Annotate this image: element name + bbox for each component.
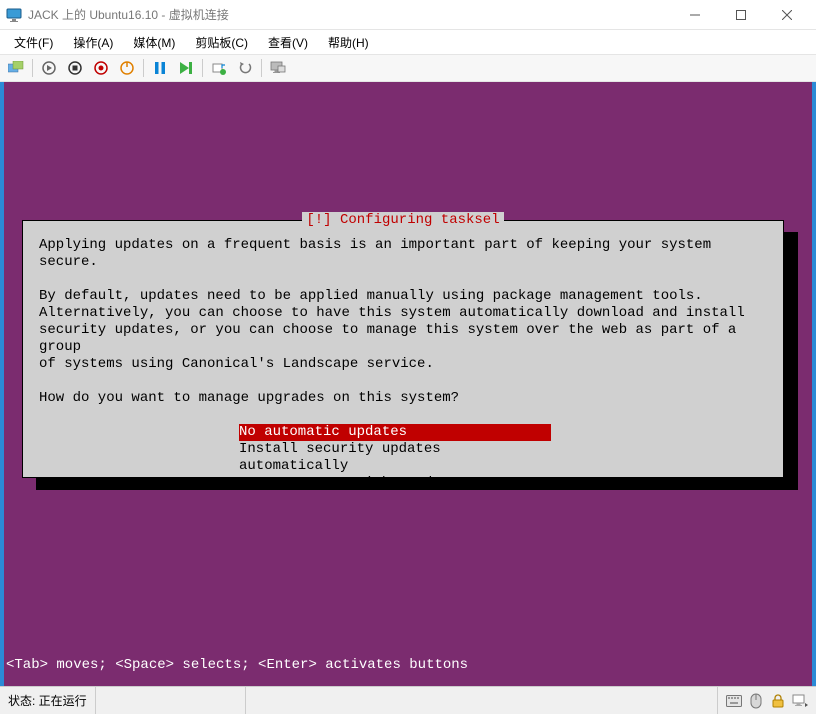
lock-icon bbox=[770, 693, 786, 709]
menu-clipboard[interactable]: 剪贴板(C) bbox=[185, 31, 258, 54]
status-empty-cell bbox=[96, 687, 246, 714]
toolbar-separator bbox=[202, 59, 203, 77]
dialog-body: Applying updates on a frequent basis is … bbox=[23, 221, 783, 500]
status-text: 状态: 正在运行 bbox=[0, 687, 96, 714]
vm-display[interactable]: [!] Configuring tasksel Applying updates… bbox=[0, 82, 816, 686]
revert-button[interactable] bbox=[233, 57, 257, 79]
display-config-icon[interactable] bbox=[792, 693, 808, 709]
window-title: JACK 上的 Ubuntu16.10 - 虚拟机连接 bbox=[28, 6, 672, 23]
status-bar: 状态: 正在运行 bbox=[0, 686, 816, 714]
menu-file[interactable]: 文件(F) bbox=[4, 31, 63, 54]
dialog-question: How do you want to manage upgrades on th… bbox=[39, 390, 459, 406]
menu-view[interactable]: 查看(V) bbox=[258, 31, 318, 54]
keyboard-icon bbox=[726, 693, 742, 709]
option-security-updates[interactable]: Install security updates automatically bbox=[239, 441, 551, 475]
menu-action[interactable]: 操作(A) bbox=[63, 31, 123, 54]
installer-dialog: [!] Configuring tasksel Applying updates… bbox=[22, 220, 784, 478]
reset-button[interactable] bbox=[174, 57, 198, 79]
toolbar-separator bbox=[261, 59, 262, 77]
minimize-button[interactable] bbox=[672, 0, 718, 30]
start-button[interactable] bbox=[37, 57, 61, 79]
dialog-title-row: [!] Configuring tasksel bbox=[23, 212, 783, 230]
status-icons bbox=[717, 687, 816, 714]
title-bar: JACK 上的 Ubuntu16.10 - 虚拟机连接 bbox=[0, 0, 816, 30]
maximize-button[interactable] bbox=[718, 0, 764, 30]
keyboard-hint: <Tab> moves; <Space> selects; <Enter> ac… bbox=[4, 657, 468, 674]
menu-bar: 文件(F) 操作(A) 媒体(M) 剪贴板(C) 查看(V) 帮助(H) bbox=[0, 30, 816, 54]
pause-button[interactable] bbox=[148, 57, 172, 79]
save-button[interactable] bbox=[115, 57, 139, 79]
shutdown-button[interactable] bbox=[89, 57, 113, 79]
dialog-para1: Applying updates on a frequent basis is … bbox=[39, 237, 720, 270]
toolbar-separator bbox=[32, 59, 33, 77]
option-no-auto-updates[interactable]: No automatic updates bbox=[239, 424, 551, 441]
turnoff-button[interactable] bbox=[63, 57, 87, 79]
enhanced-session-button[interactable] bbox=[266, 57, 290, 79]
terminal-screen[interactable]: [!] Configuring tasksel Applying updates… bbox=[4, 82, 812, 678]
close-button[interactable] bbox=[764, 0, 810, 30]
dialog-title: [!] Configuring tasksel bbox=[302, 212, 503, 229]
dialog-options: No automatic updatesInstall security upd… bbox=[39, 424, 767, 492]
menu-media[interactable]: 媒体(M) bbox=[123, 31, 185, 54]
app-icon bbox=[6, 7, 22, 23]
mouse-icon bbox=[748, 693, 764, 709]
ctrl-alt-del-button[interactable] bbox=[4, 57, 28, 79]
toolbar bbox=[0, 54, 816, 82]
vm-right-edge bbox=[812, 82, 816, 686]
toolbar-separator bbox=[143, 59, 144, 77]
option-landscape[interactable]: Manage system with Landscape bbox=[239, 475, 551, 492]
window-controls bbox=[672, 0, 810, 30]
dialog-para2: By default, updates need to be applied m… bbox=[39, 288, 745, 372]
menu-help[interactable]: 帮助(H) bbox=[318, 31, 379, 54]
checkpoint-button[interactable] bbox=[207, 57, 231, 79]
